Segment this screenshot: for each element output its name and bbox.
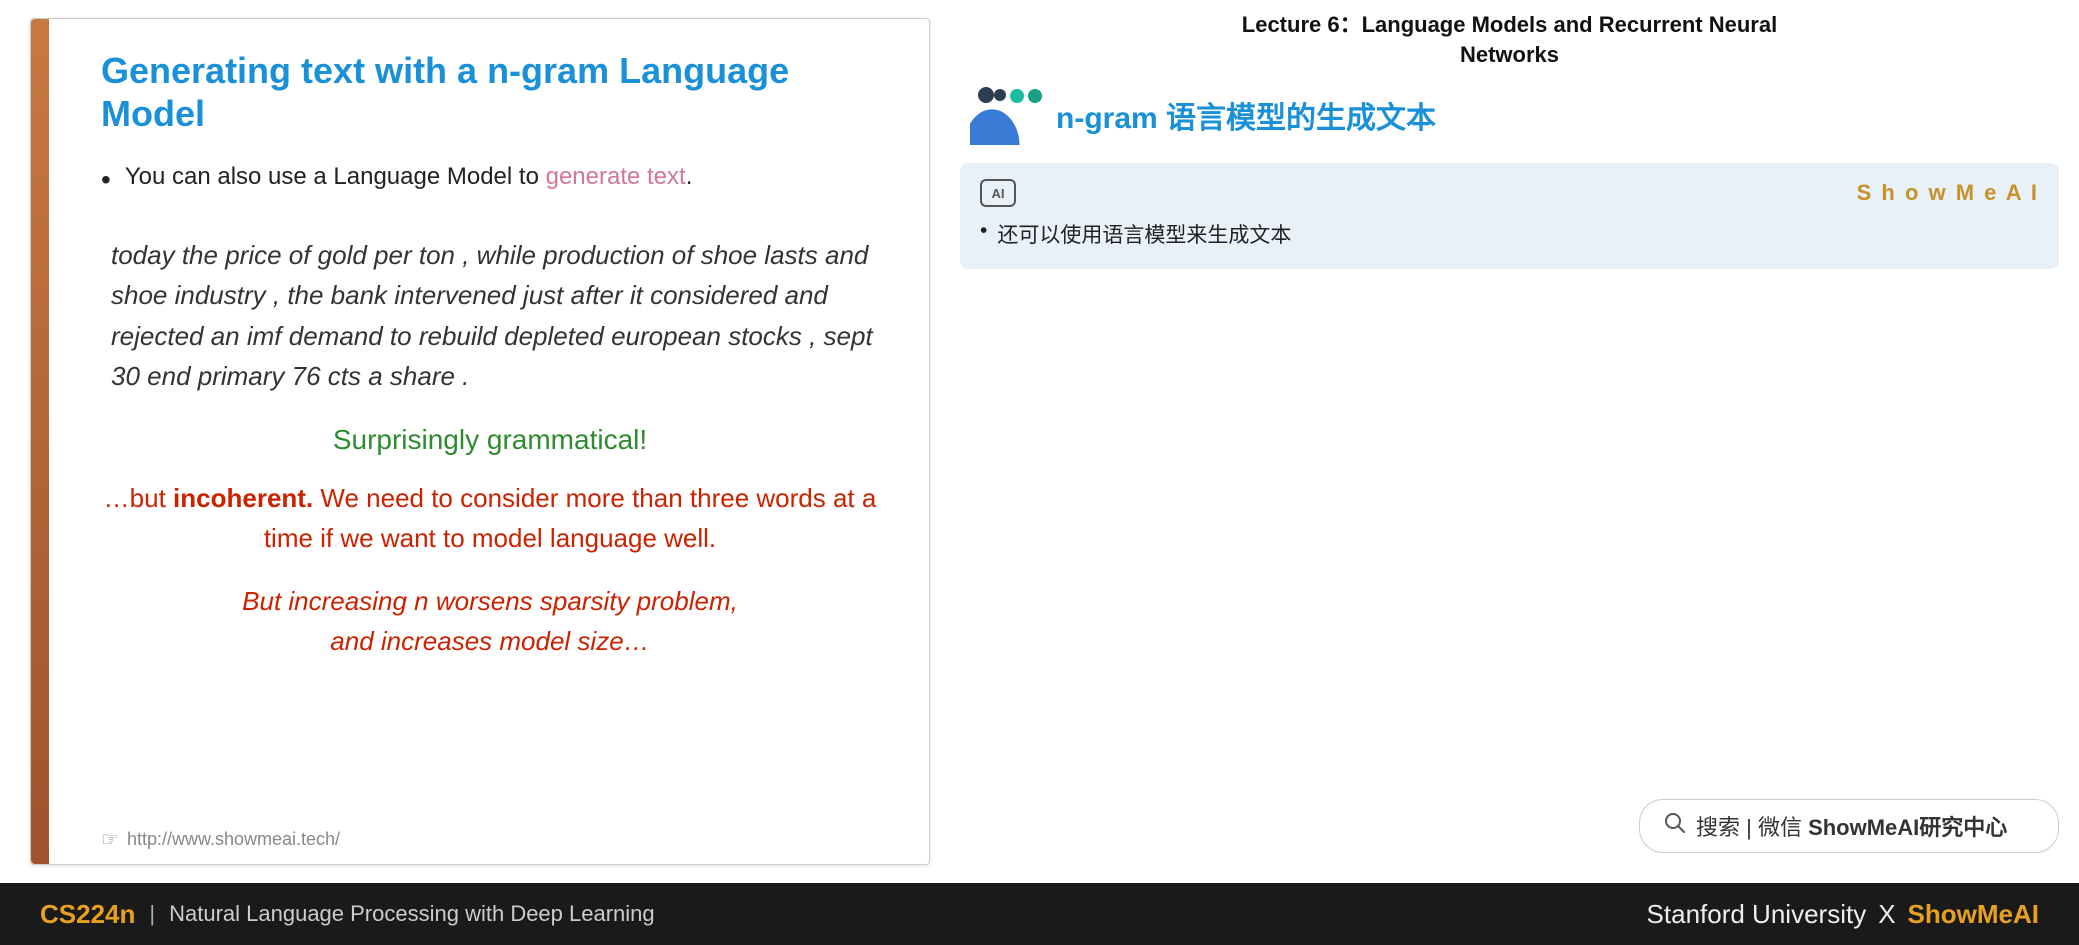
ngram-header: n-gram 语言模型的生成文本: [960, 85, 2059, 145]
showmeai-bottom: ShowMeAI: [1908, 899, 2039, 930]
showmeai-brand: S h o w M e A I: [1857, 180, 2039, 206]
icon-blue-shape: [970, 100, 1025, 145]
dot-teal: [1010, 89, 1024, 103]
search-brand: ShowMeAI研究中心: [1808, 815, 2007, 840]
course-name: Natural Language Processing with Deep Le…: [169, 901, 655, 927]
bullet-1-text: You can also use a Language Model to gen…: [125, 163, 693, 191]
incoherent-bold: incoherent.: [173, 483, 313, 513]
slide-left-bar: [31, 19, 49, 864]
right-panel: Lecture 6：Language Models and Recurrent …: [950, 0, 2079, 883]
pipe: |: [149, 901, 155, 927]
showmeai-card: AI S h o w M e A I • 还可以使用语言模型来生成文本: [960, 163, 2059, 269]
search-bar[interactable]: 搜索 | 微信 ShowMeAI研究中心: [1639, 799, 2059, 853]
x-separator: X: [1878, 899, 1895, 930]
dot-dark: [994, 89, 1006, 101]
lecture-title: Lecture 6：Language Models and Recurrent …: [960, 10, 2059, 69]
bullet-1: • You can also use a Language Model to g…: [101, 163, 879, 197]
bullet-dot: •: [101, 163, 111, 197]
slide-panel: Generating text with a n-gram Language M…: [30, 18, 930, 865]
generate-text-highlight: generate text: [546, 163, 686, 190]
ngram-title-text: n-gram 语言模型的生成文本: [1056, 93, 1436, 137]
italic-block: today the price of gold per ton , while …: [101, 235, 879, 396]
search-icon: [1664, 812, 1686, 840]
surprisingly-text: Surprisingly grammatical!: [101, 424, 879, 456]
card-bullet-text: 还可以使用语言模型来生成文本: [997, 219, 1291, 249]
dot-teal2: [1028, 89, 1042, 103]
sparsity-block: But increasing n worsens sparsity proble…: [101, 581, 879, 662]
card-bullet: • 还可以使用语言模型来生成文本: [980, 219, 2039, 249]
cursor-icon: ☞: [101, 827, 119, 852]
cs224n-label: CS224n: [40, 899, 135, 930]
sparsity-n: n: [414, 586, 428, 616]
card-header: AI S h o w M e A I: [980, 179, 2039, 207]
bottom-right: Stanford University X ShowMeAI: [1647, 899, 2039, 930]
footer-url: http://www.showmeai.tech/: [127, 829, 340, 850]
slide-title: Generating text with a n-gram Language M…: [101, 49, 879, 135]
stanford-text: Stanford University: [1647, 899, 1867, 930]
icon-circles-right: [994, 89, 1042, 103]
icon-dark-circle: [978, 87, 994, 103]
search-text: 搜索 | 微信 ShowMeAI研究中心: [1696, 810, 2007, 842]
incoherent-block: …but incoherent. We need to consider mor…: [101, 478, 879, 559]
bottom-bar: CS224n | Natural Language Processing wit…: [0, 883, 2079, 945]
card-bullet-dot: •: [980, 219, 987, 243]
slide-footer: ☞ http://www.showmeai.tech/: [101, 827, 340, 852]
ngram-icon: [970, 85, 1042, 145]
bottom-left: CS224n | Natural Language Processing wit…: [40, 899, 655, 930]
ai-icon: AI: [980, 179, 1016, 207]
